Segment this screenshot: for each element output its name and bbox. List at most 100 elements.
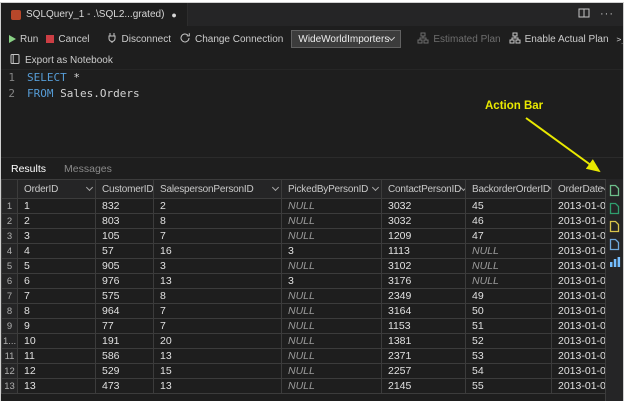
grid-cell[interactable]: NULL — [281, 288, 382, 304]
grid-cell[interactable]: NULL — [281, 213, 382, 229]
grid-cell[interactable]: 575 — [95, 288, 154, 304]
grid-cell[interactable]: 905 — [95, 258, 154, 274]
grid-cell[interactable]: 13 — [153, 273, 282, 289]
row-number-cell[interactable]: 13 — [1, 378, 18, 394]
grid-cell[interactable]: 52 — [465, 333, 552, 349]
select-all-corner[interactable] — [1, 179, 18, 199]
grid-cell[interactable]: 105 — [95, 228, 154, 244]
grid-cell[interactable]: 8 — [153, 288, 282, 304]
grid-cell[interactable]: 1209 — [381, 228, 466, 244]
grid-cell[interactable]: 3032 — [381, 198, 466, 214]
column-header[interactable]: OrderID — [17, 179, 96, 199]
show-chart-icon[interactable] — [608, 255, 621, 269]
grid-cell[interactable]: 9 — [17, 318, 96, 334]
grid-cell[interactable]: NULL — [281, 228, 382, 244]
grid-cell[interactable]: NULL — [465, 243, 552, 259]
grid-cell[interactable]: 49 — [465, 288, 552, 304]
grid-cell[interactable]: 5 — [17, 258, 96, 274]
grid-cell[interactable]: NULL — [281, 378, 382, 394]
grid-cell[interactable]: 586 — [95, 348, 154, 364]
grid-cell[interactable]: 7 — [153, 303, 282, 319]
grid-cell[interactable]: NULL — [281, 198, 382, 214]
grid-cell[interactable]: 473 — [95, 378, 154, 394]
row-number-cell[interactable]: 8 — [1, 303, 18, 319]
tab-sqlquery[interactable]: SQLQuery_1 - .\SQL2...grated) ● — [1, 3, 188, 26]
grid-cell[interactable]: 3032 — [381, 213, 466, 229]
grid-cell[interactable]: 2 — [153, 198, 282, 214]
grid-cell[interactable]: 45 — [465, 198, 552, 214]
save-as-xml-icon[interactable] — [608, 237, 621, 251]
export-as-notebook-button[interactable]: Export as Notebook — [9, 53, 113, 68]
grid-cell[interactable]: 2013-01-0 — [551, 243, 605, 259]
grid-cell[interactable]: NULL — [281, 363, 382, 379]
grid-cell[interactable]: 2013-01-0 — [551, 363, 605, 379]
grid-cell[interactable]: 1113 — [381, 243, 466, 259]
grid-cell[interactable]: 2013-01-0 — [551, 258, 605, 274]
grid-cell[interactable]: 20 — [153, 333, 282, 349]
grid-cell[interactable]: 47 — [465, 228, 552, 244]
grid-cell[interactable]: 3102 — [381, 258, 466, 274]
grid-cell[interactable]: 832 — [95, 198, 154, 214]
grid-cell[interactable]: 50 — [465, 303, 552, 319]
row-number-cell[interactable]: 5 — [1, 258, 18, 274]
grid-cell[interactable]: 3176 — [381, 273, 466, 289]
grid-cell[interactable]: 2013-01-0 — [551, 303, 605, 319]
grid-cell[interactable]: 3 — [281, 243, 382, 259]
grid-cell[interactable]: 964 — [95, 303, 154, 319]
row-number-cell[interactable]: 1 — [1, 198, 18, 214]
grid-cell[interactable]: 13 — [153, 348, 282, 364]
grid-cell[interactable]: 3164 — [381, 303, 466, 319]
row-number-cell[interactable]: 7 — [1, 288, 18, 304]
more-actions-icon[interactable]: ··· — [600, 9, 614, 20]
grid-cell[interactable]: 1 — [17, 198, 96, 214]
save-as-json-icon[interactable] — [608, 219, 621, 233]
row-number-cell[interactable]: 2 — [1, 213, 18, 229]
grid-cell[interactable]: 7 — [153, 228, 282, 244]
grid-cell[interactable]: 2013-01-0 — [551, 273, 605, 289]
row-number-cell[interactable]: 6 — [1, 273, 18, 289]
column-header[interactable]: BackorderOrderID — [465, 179, 552, 199]
grid-cell[interactable]: 10 — [17, 333, 96, 349]
grid-cell[interactable]: 1381 — [381, 333, 466, 349]
save-as-csv-icon[interactable] — [608, 183, 621, 197]
grid-cell[interactable]: 11 — [17, 348, 96, 364]
grid-cell[interactable]: 2013-01-0 — [551, 378, 605, 394]
grid-cell[interactable]: 77 — [95, 318, 154, 334]
grid-cell[interactable]: 2013-01-0 — [551, 228, 605, 244]
grid-cell[interactable]: 2013-01-0 — [551, 333, 605, 349]
column-header[interactable]: CustomerID — [95, 179, 154, 199]
tab-messages[interactable]: Messages — [64, 163, 112, 175]
row-number-cell[interactable]: 1... — [1, 333, 18, 349]
grid-cell[interactable]: 6 — [17, 273, 96, 289]
column-menu-icon[interactable] — [85, 183, 94, 192]
column-header[interactable]: PickedByPersonID — [281, 179, 382, 199]
cancel-button[interactable]: Cancel — [46, 34, 90, 45]
grid-cell[interactable]: 7 — [153, 318, 282, 334]
grid-cell[interactable]: 46 — [465, 213, 552, 229]
grid-cell[interactable]: 2013-01-0 — [551, 198, 605, 214]
grid-cell[interactable]: 803 — [95, 213, 154, 229]
grid-cell[interactable]: NULL — [465, 273, 552, 289]
grid-cell[interactable]: 2013-01-0 — [551, 318, 605, 334]
grid-cell[interactable]: 2013-01-0 — [551, 213, 605, 229]
column-header[interactable]: SalespersonPersonID — [153, 179, 282, 199]
row-number-cell[interactable]: 11 — [1, 348, 18, 364]
tab-results[interactable]: Results — [11, 163, 46, 175]
estimated-plan-button[interactable]: Estimated Plan — [417, 32, 501, 47]
grid-cell[interactable]: 55 — [465, 378, 552, 394]
grid-cell[interactable]: 57 — [95, 243, 154, 259]
disconnect-button[interactable]: Disconnect — [106, 32, 171, 47]
grid-cell[interactable]: NULL — [281, 348, 382, 364]
row-number-cell[interactable]: 12 — [1, 363, 18, 379]
grid-cell[interactable]: 191 — [95, 333, 154, 349]
row-number-cell[interactable]: 4 — [1, 243, 18, 259]
grid-cell[interactable]: 3 — [153, 258, 282, 274]
enable-sqlcmd-button[interactable]: >_ Enable SQLCMD — [617, 34, 623, 45]
grid-cell[interactable]: 16 — [153, 243, 282, 259]
grid-cell[interactable]: 3 — [17, 228, 96, 244]
change-connection-button[interactable]: Change Connection — [179, 32, 283, 47]
grid-cell[interactable]: 13 — [153, 378, 282, 394]
run-button[interactable]: Run — [9, 34, 38, 45]
grid-cell[interactable]: 51 — [465, 318, 552, 334]
grid-cell[interactable]: 529 — [95, 363, 154, 379]
